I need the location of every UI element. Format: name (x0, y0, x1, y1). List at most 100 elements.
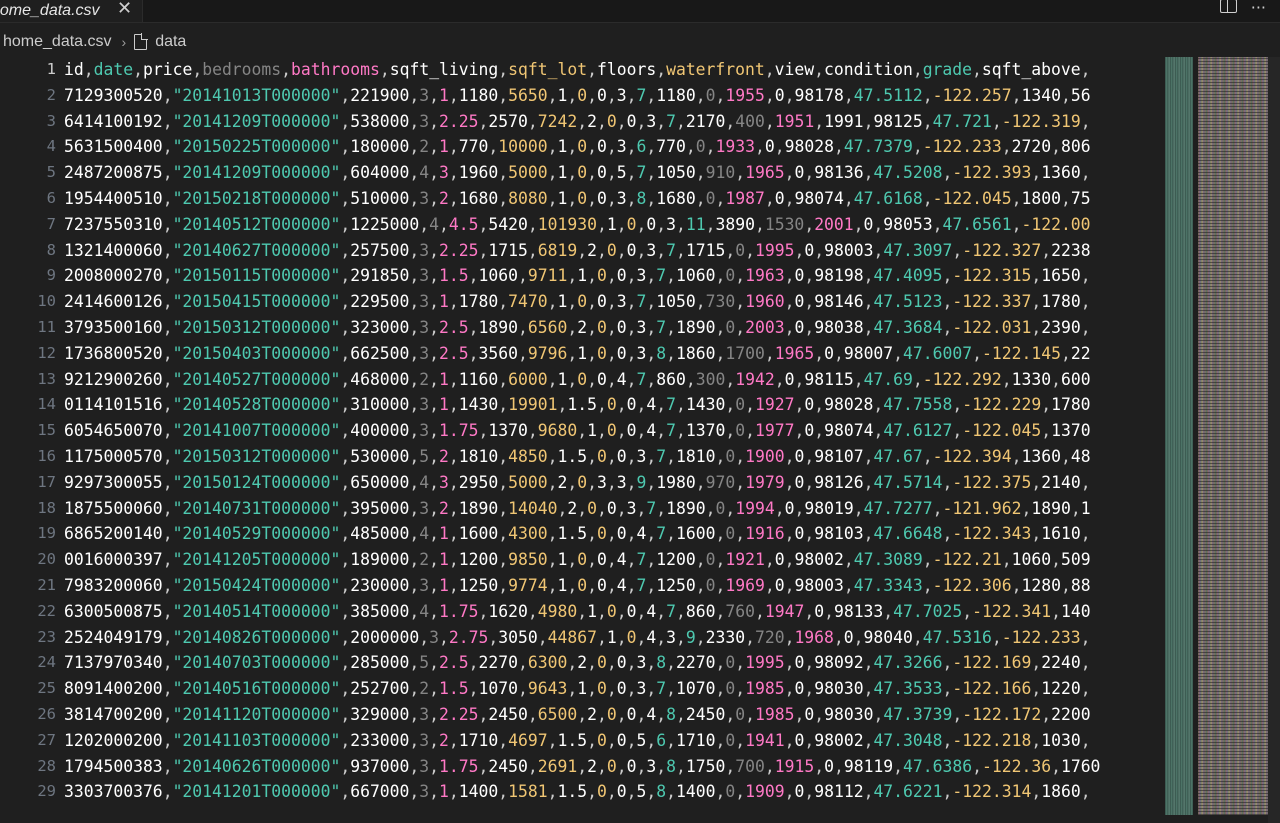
csv-cell: "20141205T000000" (172, 550, 341, 570)
csv-cell: 1600 (676, 524, 716, 544)
csv-cell: 1 (439, 782, 449, 802)
code-line[interactable]: 23 2524049179,"20140826T000000",2000000,3… (0, 625, 1165, 651)
more-actions-icon[interactable]: ··· (1251, 0, 1266, 16)
csv-cell: date (93, 60, 134, 79)
line-text: 2487200875,"20141209T000000",604000,4,3,… (64, 163, 1091, 183)
csv-cell: 1927 (754, 395, 795, 415)
csv-cell: 5 (636, 730, 647, 750)
csv-cell: 1 (439, 576, 449, 595)
code-line[interactable]: 10 2414600126,"20150415T000000",229500,3,… (0, 289, 1165, 315)
code-line[interactable]: 28 1794500383,"20140626T000000",937000,3,… (0, 754, 1165, 780)
code-line[interactable]: 13 9212900260,"20140527T000000",468000,2,… (0, 367, 1165, 393)
csv-cell: 7 (666, 111, 676, 131)
csv-cell: 604000 (350, 163, 410, 183)
line-number: 17 (37, 472, 56, 491)
line-number: 8 (46, 240, 56, 259)
csv-cell: "20150312T000000" (172, 447, 341, 466)
csv-cell: 7470 (508, 292, 548, 312)
csv-cell: floors (596, 60, 657, 79)
line-number: 26 (37, 705, 56, 723)
breadcrumb-item-data[interactable]: data (155, 33, 186, 51)
code-editor[interactable]: 1 id,date,price,bedrooms,bathrooms,sqft_l… (0, 57, 1165, 823)
csv-cell: 0 (616, 318, 627, 337)
csv-cell: 47.5123 (873, 292, 943, 312)
vertical-scrollbar[interactable] (1268, 57, 1280, 823)
csv-cell: 7 (656, 679, 667, 699)
csv-cell: 667000 (350, 782, 410, 802)
csv-cell: 1030 (1041, 730, 1081, 750)
csv-cell: 1954400510 (64, 189, 163, 208)
code-line[interactable]: 26 3814700200,"20141120T000000",329000,3,… (0, 702, 1165, 728)
csv-cell: 1994 (735, 498, 775, 518)
csv-cell: 0 (597, 550, 607, 570)
code-line[interactable]: 14 0114101516,"20140528T000000",310000,3,… (0, 392, 1165, 418)
csv-cell: -122.36 (982, 756, 1052, 776)
code-line[interactable]: 22 6300500875,"20140514T000000",385000,4,… (0, 599, 1165, 625)
csv-cell: 1321400060 (64, 240, 163, 260)
csv-cell: "20141013T000000" (172, 85, 341, 105)
code-line[interactable]: 19 6865200140,"20140529T000000",485000,4,… (0, 521, 1165, 547)
csv-cell: 0 (616, 524, 627, 544)
csv-cell: 2170 (685, 111, 726, 131)
csv-cell: 8080 (508, 189, 548, 208)
code-line[interactable]: 3 6414100192,"20141209T000000",538000,3,2… (0, 109, 1165, 135)
code-line[interactable]: 27 1202000200,"20141103T000000",233000,3,… (0, 728, 1165, 754)
code-line[interactable]: 24 7137970340,"20140703T000000",285000,5,… (0, 650, 1165, 676)
csv-cell: 0 (774, 576, 785, 595)
line-number: 5 (46, 163, 56, 182)
code-line[interactable]: 6 1954400510,"20150218T000000",510000,3,2… (0, 186, 1165, 212)
code-line[interactable]: 9 2008000270,"20150115T000000",291850,3,1… (0, 263, 1165, 289)
csv-cell: 1947 (764, 601, 805, 621)
code-line[interactable]: 17 9297300055,"20150124T000000",650000,4,… (0, 470, 1165, 496)
code-line[interactable]: 18 1875500060,"20140731T000000",395000,3,… (0, 496, 1165, 522)
close-icon[interactable]: ✕ (117, 0, 132, 18)
csv-cell: 1250 (458, 576, 499, 595)
minimap[interactable] (1165, 57, 1280, 823)
csv-cell: 0 (705, 576, 716, 595)
code-line[interactable]: 5 2487200875,"20141209T000000",604000,4,3… (0, 160, 1165, 186)
code-line[interactable]: 4 5631500400,"20150225T000000",180000,2,1… (0, 134, 1165, 160)
csv-cell: 1620 (488, 601, 528, 621)
csv-cell: 0 (626, 756, 637, 776)
csv-cell: 0 (616, 343, 627, 363)
breadcrumb-file[interactable]: home_data.csv (3, 33, 112, 51)
csv-cell: 650000 (350, 472, 410, 492)
csv-cell: 1890 (666, 498, 706, 518)
csv-cell: 1979 (745, 472, 785, 492)
csv-cell: 98092 (814, 653, 864, 673)
csv-cell: 1890 (676, 318, 716, 337)
line-text: 9212900260,"20140527T000000",468000,2,1,… (64, 369, 1091, 389)
code-line[interactable]: 1 id,date,price,bedrooms,bathrooms,sqft_l… (0, 57, 1165, 83)
split-editor-icon[interactable] (1219, 0, 1237, 16)
csv-cell: 468000 (350, 369, 410, 389)
csv-cell: -122.233 (922, 137, 1002, 157)
code-line[interactable]: 16 1175000570,"20150312T000000",530000,5,… (0, 444, 1165, 470)
csv-cell: 4 (646, 421, 657, 441)
csv-cell: 0 (764, 137, 775, 157)
code-line[interactable]: 15 6054650070,"20141007T000000",400000,3,… (0, 418, 1165, 444)
csv-cell: 2003 (745, 318, 785, 337)
code-line[interactable]: 11 3793500160,"20150312T000000",323000,3,… (0, 315, 1165, 341)
code-line[interactable]: 7 7237550310,"20140512T000000",1225000,4,… (0, 212, 1165, 238)
csv-cell: 9774 (508, 576, 548, 595)
line-text: 5631500400,"20150225T000000",180000,2,1,… (64, 137, 1091, 157)
code-line[interactable]: 29 3303700376,"20141201T000000",667000,3,… (0, 779, 1165, 805)
code-line[interactable]: 2 7129300520,"20141013T000000",221900,3,1… (0, 83, 1165, 109)
csv-cell: 47.6386 (903, 756, 973, 776)
csv-cell: 1200 (656, 550, 696, 570)
tab-home-data-csv[interactable]: home_data.csv ✕ (0, 0, 143, 22)
code-line[interactable]: 8 1321400060,"20140627T000000",257500,3,2… (0, 238, 1165, 264)
code-line[interactable]: 25 8091400200,"20140516T000000",252700,2,… (0, 676, 1165, 702)
csv-cell: 0 (863, 214, 874, 234)
csv-cell: 1 (557, 292, 568, 312)
code-line[interactable]: 12 1736800520,"20150403T000000",662500,3,… (0, 341, 1165, 367)
csv-cell: 3 (419, 498, 430, 518)
code-line[interactable]: 20 0016000397,"20141205T000000",189000,2,… (0, 547, 1165, 573)
csv-cell: 1 (439, 369, 449, 389)
csv-cell: 1909 (745, 782, 785, 802)
csv-cell: -122.393 (952, 163, 1032, 183)
code-line[interactable]: 21 7983200060,"20150424T000000",230000,3,… (0, 573, 1165, 599)
csv-cell: -122.343 (952, 524, 1032, 544)
csv-cell: 98028 (824, 395, 874, 415)
csv-cell: -122.229 (962, 395, 1042, 415)
